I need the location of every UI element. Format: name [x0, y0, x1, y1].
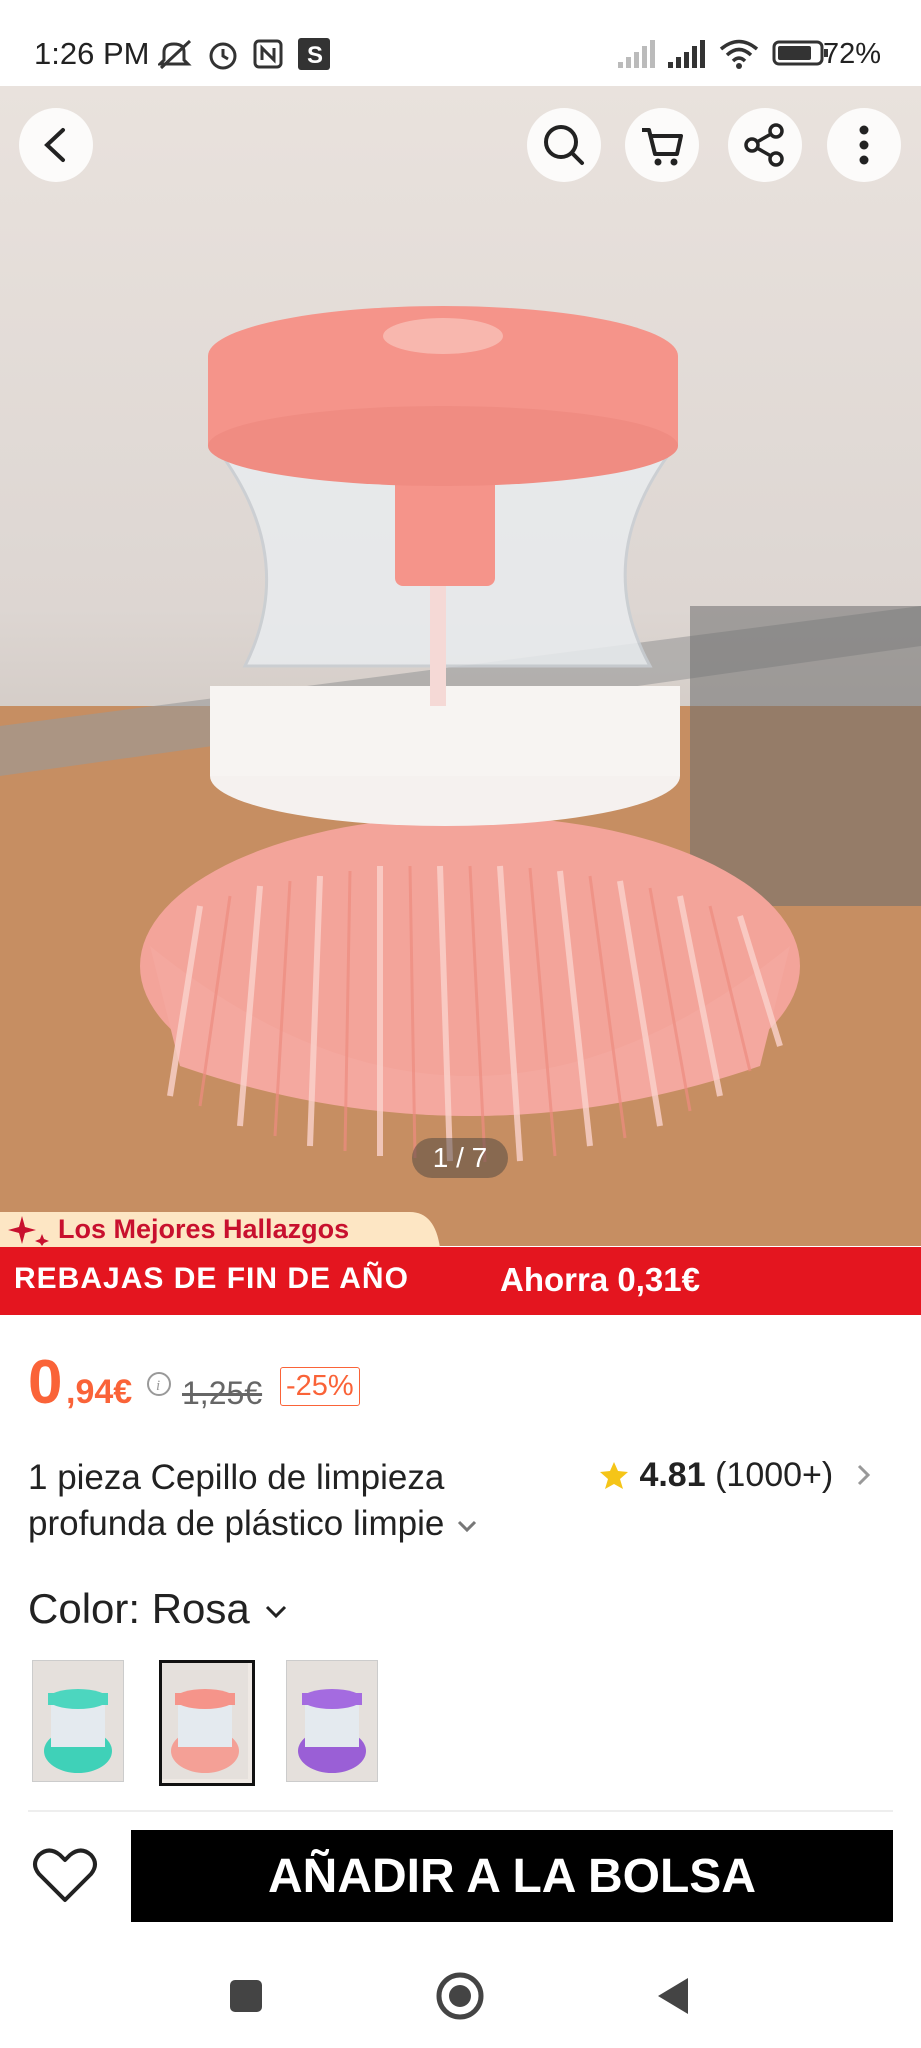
color-selector[interactable]: Color: Rosa	[28, 1585, 291, 1633]
share-icon	[744, 123, 784, 167]
price-integer: 0	[28, 1348, 63, 1417]
sparkle-icon	[8, 1216, 49, 1246]
swatch-image-rosa	[162, 1663, 248, 1779]
original-price: 1,25€	[182, 1375, 263, 1411]
chevron-down-icon	[266, 1605, 287, 1619]
price-decimal: ,94€	[66, 1373, 133, 1411]
image-counter: 1 / 7	[412, 1138, 508, 1178]
battery-icon	[772, 40, 828, 66]
promo-sale-text: REBAJAS DE FIN DE AÑO	[14, 1262, 409, 1295]
alarm-icon	[209, 42, 237, 70]
back-icon	[44, 128, 65, 162]
back-button[interactable]	[19, 108, 93, 182]
chevron-right-icon	[857, 1464, 870, 1486]
add-to-bag-button[interactable]: AÑADIR A LA BOLSA	[131, 1830, 893, 1922]
info-icon[interactable]: i	[145, 1370, 173, 1398]
promo-badge: Los Mejores Hallazgos	[58, 1214, 350, 1244]
search-icon	[544, 125, 584, 165]
signal-icon	[618, 40, 655, 68]
product-title-line2-text: profunda de plástico limpie	[28, 1504, 445, 1543]
swatch-image-morado	[287, 1661, 377, 1781]
wishlist-heart-icon[interactable]	[30, 1844, 100, 1908]
color-option-rosa[interactable]	[159, 1660, 255, 1786]
color-option-morado[interactable]	[286, 1660, 378, 1782]
promo-saving: Ahorra 0,31€	[500, 1261, 700, 1298]
cart-button[interactable]	[625, 108, 699, 182]
discount-badge: -25%	[280, 1367, 360, 1406]
color-option-verde[interactable]	[32, 1660, 124, 1782]
cart-icon	[642, 128, 683, 166]
product-title-line2[interactable]: profunda de plástico limpie	[28, 1504, 480, 1544]
swatch-image-verde	[33, 1661, 123, 1781]
chevron-down-icon	[458, 1520, 477, 1532]
more-button[interactable]	[827, 108, 901, 182]
signal-icon	[668, 40, 705, 68]
recent-apps-icon[interactable]	[226, 1976, 266, 2016]
more-icon	[859, 125, 869, 165]
star-icon	[600, 1462, 628, 1489]
back-nav-icon[interactable]	[652, 1974, 696, 2018]
svg-text:S: S	[307, 42, 323, 69]
share-button[interactable]	[728, 108, 802, 182]
divider	[28, 1810, 893, 1812]
rating-summary[interactable]: 4.81 (1000+)	[598, 1456, 879, 1495]
status-time: 1:26 PM	[34, 36, 150, 71]
review-count: (1000+)	[715, 1456, 834, 1494]
product-image	[0, 306, 921, 1246]
wifi-icon	[719, 39, 759, 69]
rating-value: 4.81	[639, 1456, 706, 1494]
nfc-icon	[253, 39, 283, 69]
product-title-line1[interactable]: 1 pieza Cepillo de limpieza	[28, 1458, 444, 1498]
product-gallery[interactable]: 1 / 7	[0, 86, 921, 1246]
svg-text:i: i	[156, 1378, 160, 1394]
home-icon[interactable]	[434, 1970, 486, 2022]
color-label: Color: Rosa	[28, 1585, 250, 1632]
battery-level: 72%	[822, 38, 881, 70]
app-s-icon: S	[298, 38, 330, 70]
search-button[interactable]	[527, 108, 601, 182]
mute-icon	[158, 39, 192, 70]
